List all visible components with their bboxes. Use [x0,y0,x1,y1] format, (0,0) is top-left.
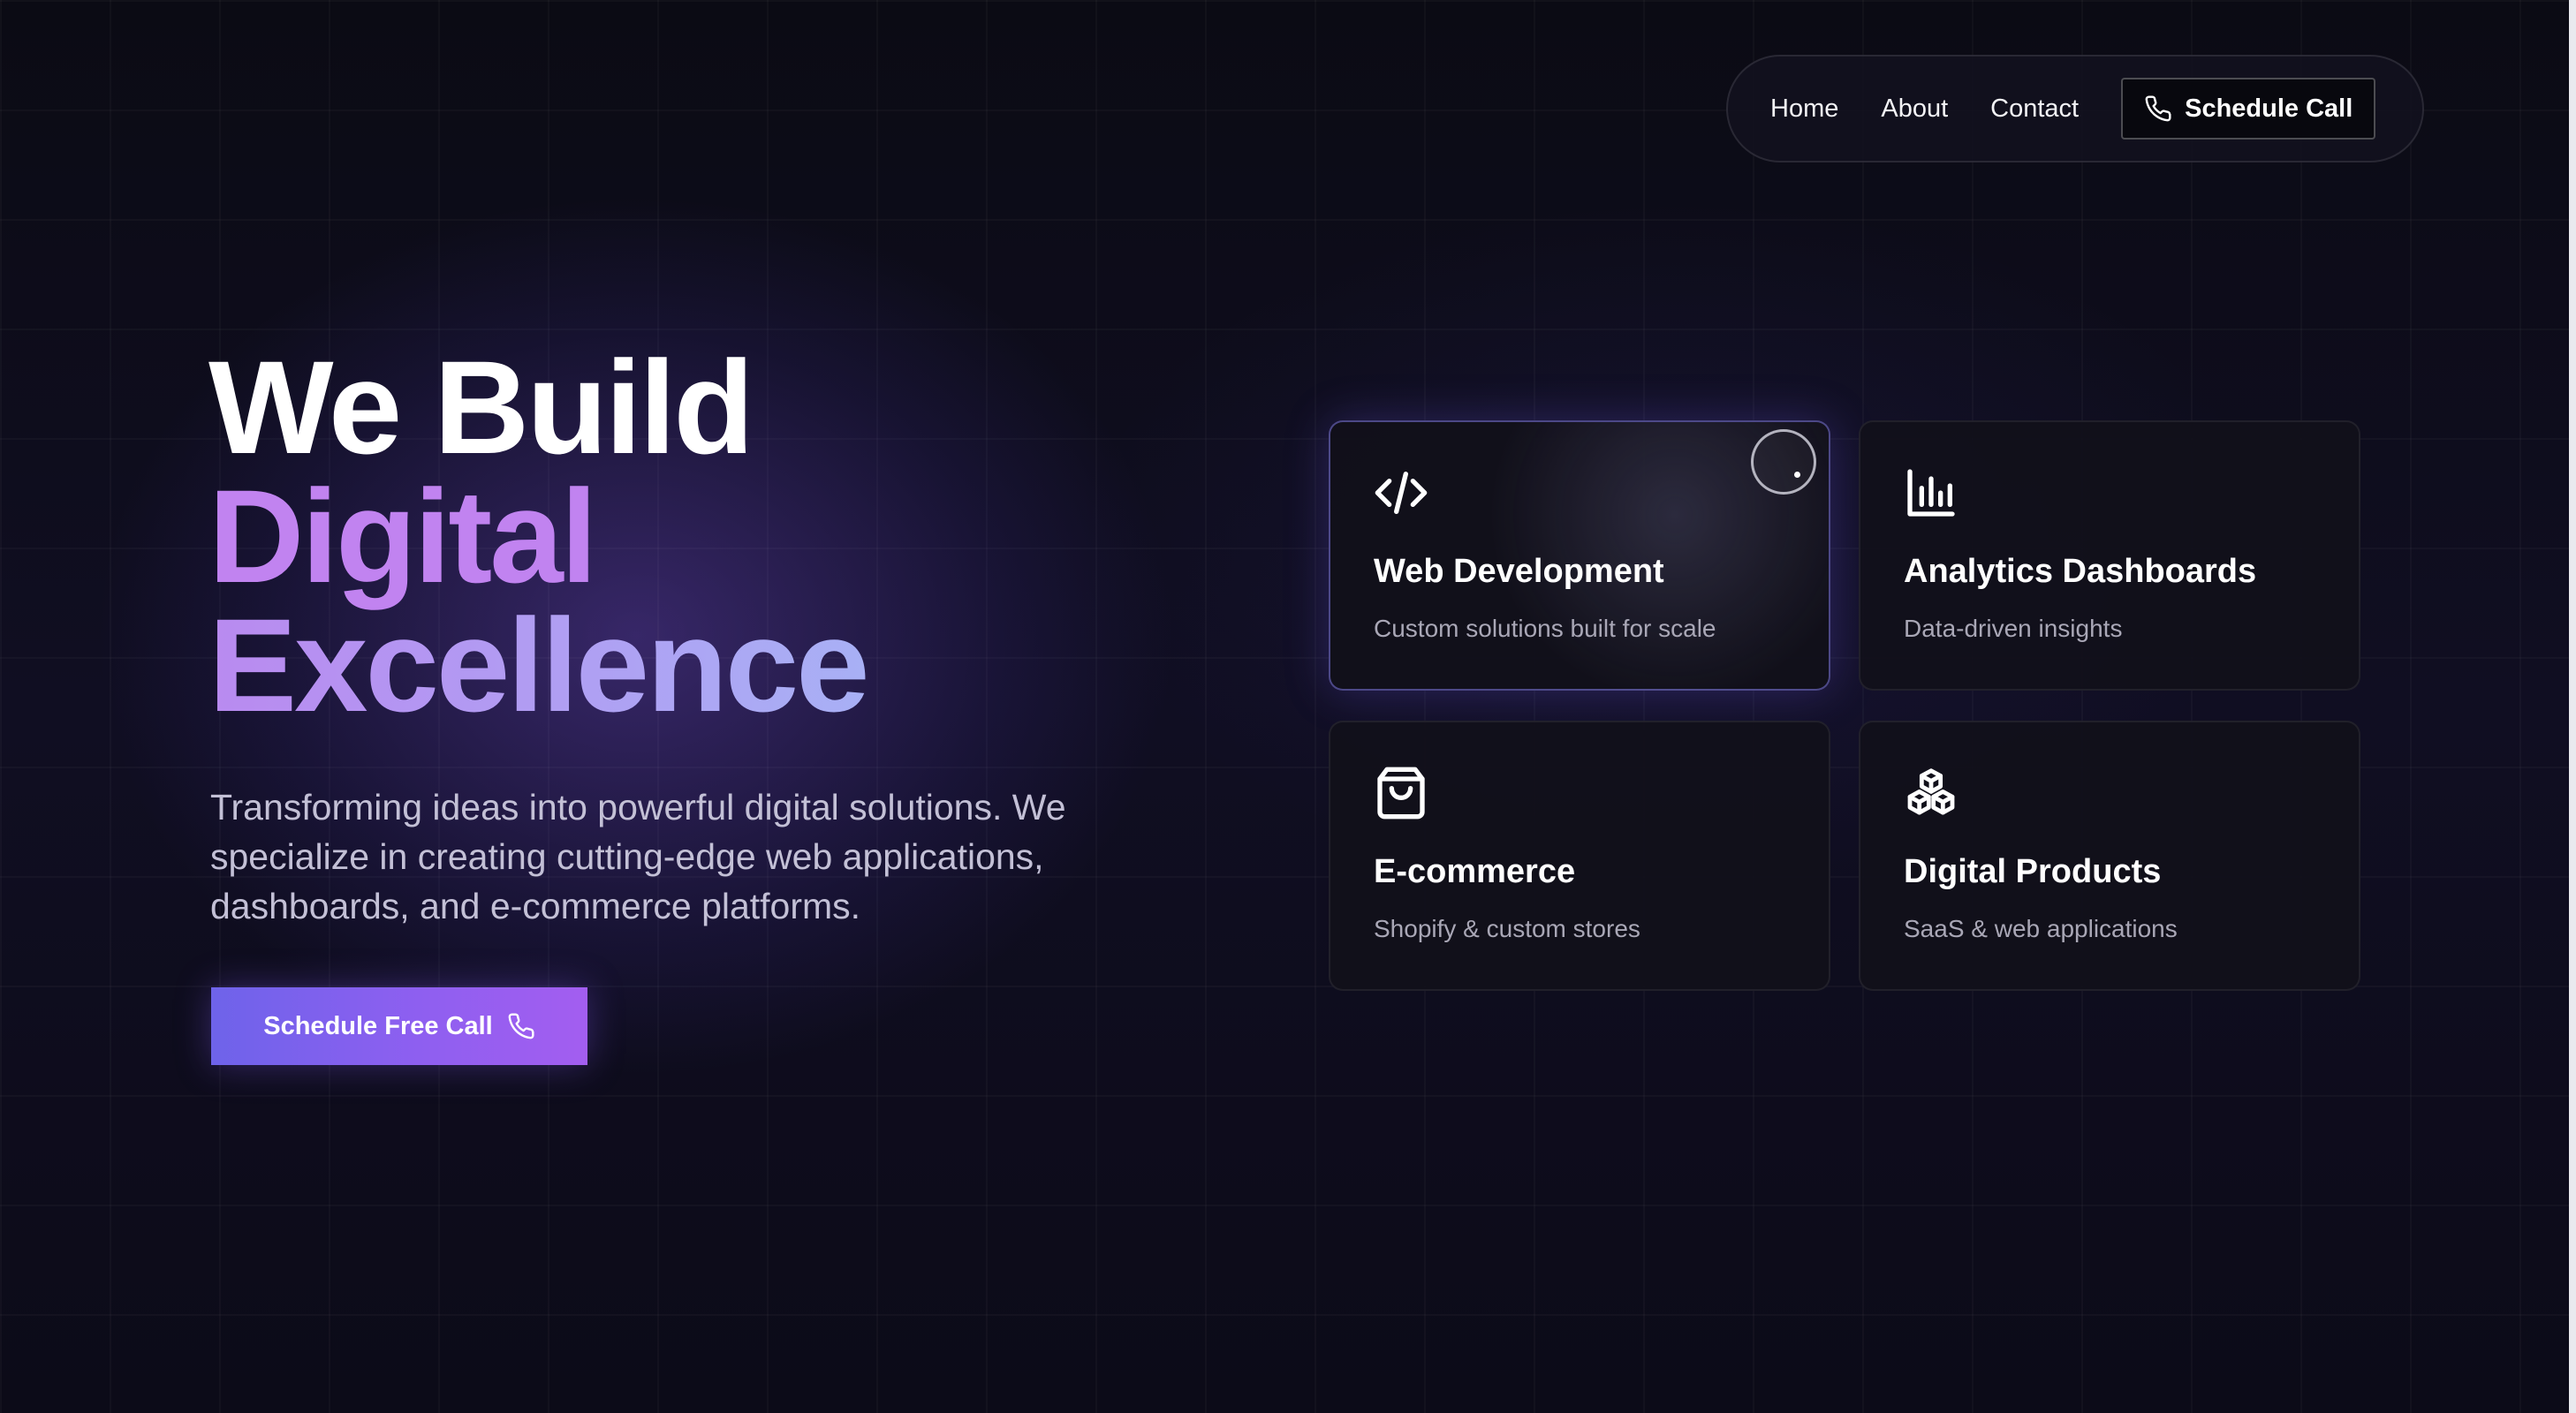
service-card-e-commerce[interactable]: E-commerce Shopify & custom stores [1329,721,1830,991]
custom-cursor [1751,429,1816,495]
shopping-bag-icon [1373,765,1429,821]
schedule-call-label: Schedule Call [2185,94,2353,123]
schedule-free-call-button[interactable]: Schedule Free Call [211,987,587,1065]
service-title: Digital Products [1904,853,2162,890]
top-navigation: Home About Contact Schedule Call [1726,55,2424,162]
schedule-call-button[interactable]: Schedule Call [2121,78,2376,140]
service-title: E-commerce [1374,853,1576,890]
nav-link-about[interactable]: About [1881,94,1948,124]
service-card-digital-products[interactable]: Digital Products SaaS & web applications [1859,721,2360,991]
phone-icon [508,1013,534,1039]
hero-title: We Build Digital Excellence [208,333,870,739]
page-right-edge [2569,0,2576,1413]
service-subtitle: Custom solutions built for scale [1374,615,1716,642]
boxes-icon [1903,765,1959,821]
service-subtitle: Shopify & custom stores [1374,915,1640,942]
hero-title-line-3: Excellence [208,591,870,739]
nav-link-home[interactable]: Home [1770,94,1838,124]
service-title: Analytics Dashboards [1904,553,2257,590]
service-subtitle: Data-driven insights [1904,615,2123,642]
cursor-dot [1794,472,1800,478]
code-icon [1373,465,1429,521]
hero-description: Transforming ideas into powerful digital… [210,787,1066,926]
phone-icon [2145,95,2171,122]
service-title: Web Development [1374,553,1664,590]
schedule-free-call-label: Schedule Free Call [263,1011,493,1040]
service-card-analytics-dashboards[interactable]: Analytics Dashboards Data-driven insight… [1859,420,2360,691]
service-subtitle: SaaS & web applications [1904,915,2178,942]
hero-title-line-1: We Build [208,333,754,481]
nav-link-contact[interactable]: Contact [1990,94,2079,124]
bar-chart-icon [1903,465,1959,521]
hero-title-line-2: Digital [208,462,597,610]
